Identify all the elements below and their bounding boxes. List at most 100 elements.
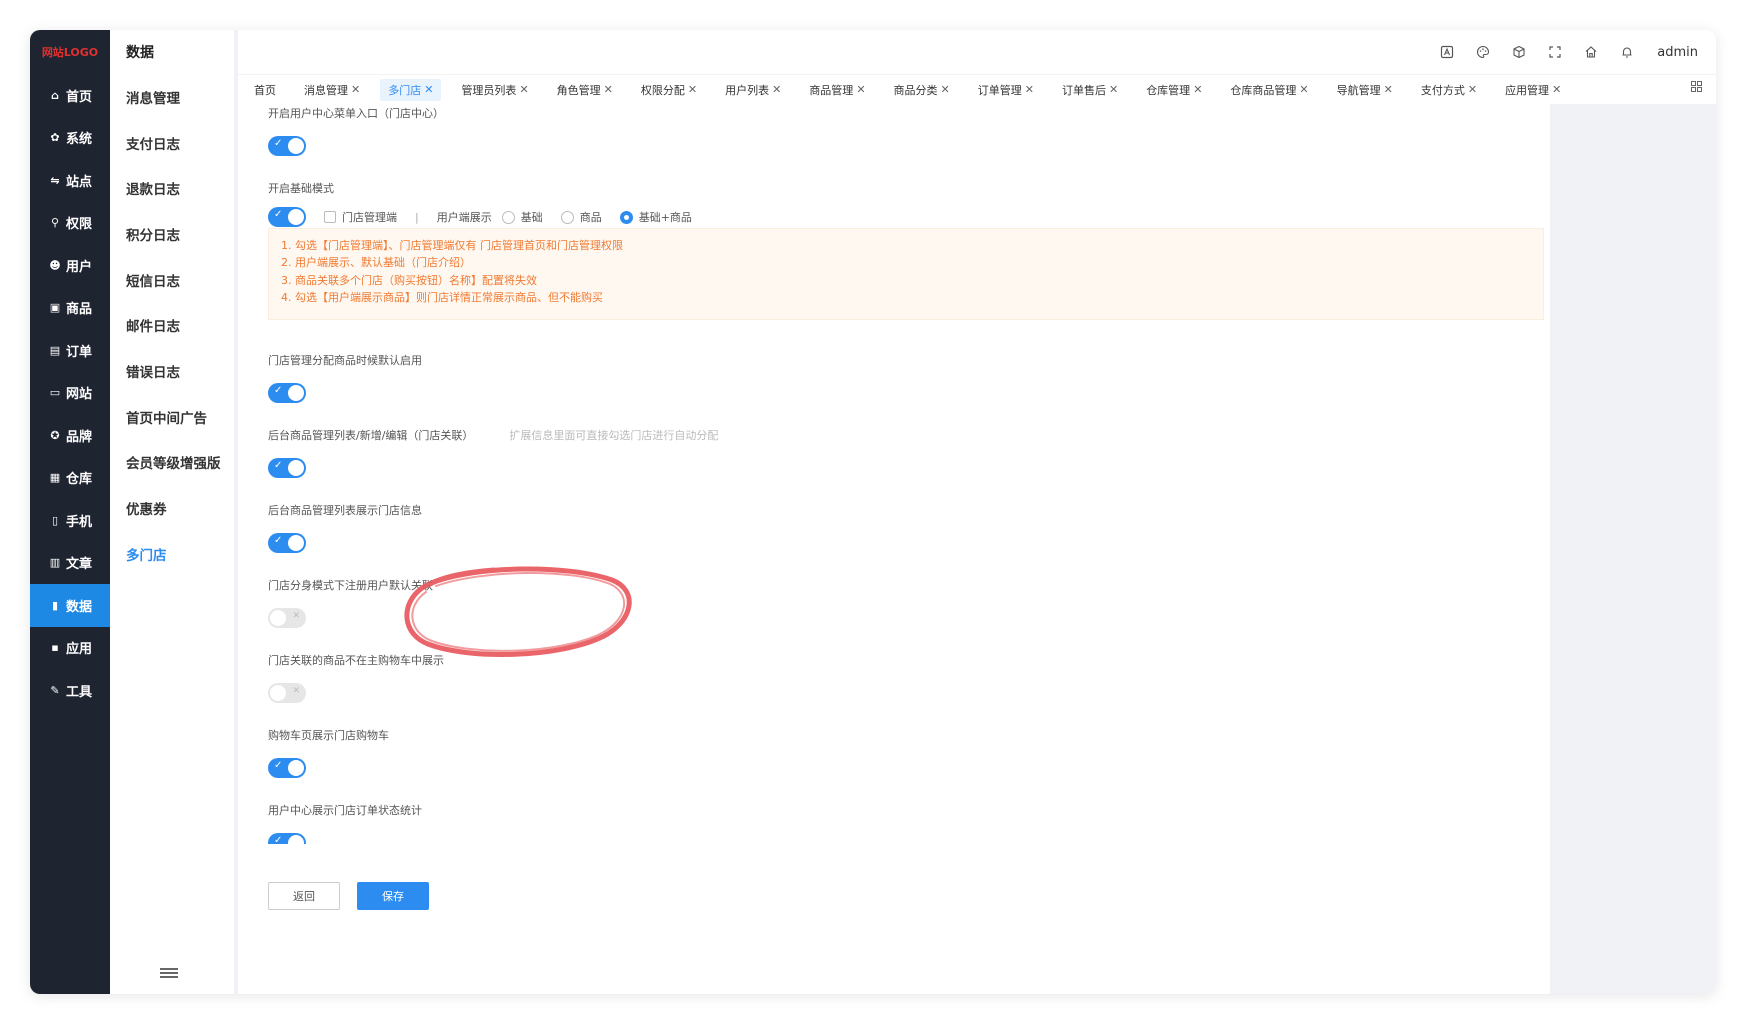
apps-icon: ▪ bbox=[51, 641, 59, 655]
sub-menu-item-10[interactable]: 多门店 bbox=[110, 531, 234, 577]
nav-item-12[interactable]: ▮ 数据 bbox=[30, 584, 110, 627]
radio-label: 商品 bbox=[579, 211, 602, 224]
sub-menu-title: 数据 bbox=[126, 45, 154, 61]
tab-label: 多门店 bbox=[388, 83, 422, 97]
close-icon[interactable]: ✕ bbox=[519, 83, 528, 96]
sub-menu-item-0[interactable]: 消息管理 bbox=[110, 74, 234, 120]
checkbox-label: 门店管理端 bbox=[342, 211, 397, 224]
toggle-assign-default-enable[interactable]: ✓ bbox=[268, 383, 306, 403]
toggle-goods-store-link[interactable]: ✓ bbox=[268, 458, 306, 478]
tip-line: 2. 用户端展示、默认基础（门店介绍） bbox=[281, 256, 471, 270]
sub-menu-item-4[interactable]: 短信日志 bbox=[110, 257, 234, 303]
radio-basic-goods[interactable] bbox=[619, 210, 633, 224]
toggle-basic-mode[interactable]: ✓ bbox=[268, 207, 306, 227]
fullscreen-icon[interactable] bbox=[1545, 42, 1565, 62]
nav-item-11[interactable]: ▥ 文章 bbox=[30, 542, 110, 585]
close-icon[interactable]: ✕ bbox=[856, 83, 865, 96]
store-admin-checkbox[interactable] bbox=[324, 211, 336, 223]
palette-icon[interactable] bbox=[1473, 42, 1493, 62]
sub-menu-item-9[interactable]: 优惠券 bbox=[110, 485, 234, 531]
nav-item-7[interactable]: ▭ 网站 bbox=[30, 372, 110, 415]
toggle-hide-in-main-cart[interactable]: ✕ bbox=[268, 683, 306, 703]
sub-menu-item-3[interactable]: 积分日志 bbox=[110, 211, 234, 257]
sub-menu-item-6[interactable]: 错误日志 bbox=[110, 348, 234, 394]
warehouse-icon: ▦ bbox=[49, 471, 61, 485]
cube-icon[interactable] bbox=[1509, 42, 1529, 62]
back-button[interactable]: 返回 bbox=[268, 882, 340, 910]
collapse-menu-icon[interactable] bbox=[160, 966, 178, 980]
close-icon[interactable]: ✕ bbox=[772, 83, 781, 96]
sub-menu-item-2[interactable]: 退款日志 bbox=[110, 165, 234, 211]
nav-item-14[interactable]: ✎ 工具 bbox=[30, 669, 110, 712]
user-key-icon: ⚲ bbox=[50, 216, 60, 230]
field-label: 后台商品管理列表展示门店信息 bbox=[268, 504, 422, 517]
nav-item-13[interactable]: ▪ 应用 bbox=[30, 627, 110, 670]
tab-11[interactable]: 仓库管理 ✕ bbox=[1138, 79, 1210, 101]
close-icon[interactable]: ✕ bbox=[424, 83, 433, 96]
tab-12[interactable]: 仓库商品管理 ✕ bbox=[1222, 79, 1316, 101]
save-button[interactable]: 保存 bbox=[357, 882, 429, 910]
nav-item-3[interactable]: ⚲ 权限 bbox=[30, 202, 110, 245]
tab-0[interactable]: 首页 bbox=[246, 79, 284, 101]
radio-basic[interactable] bbox=[501, 210, 515, 224]
translate-icon[interactable] bbox=[1437, 42, 1457, 62]
tabs-more-icon[interactable] bbox=[1691, 81, 1702, 95]
toggle-goods-list-store-info[interactable]: ✓ bbox=[268, 533, 306, 553]
close-icon[interactable]: ✕ bbox=[688, 83, 697, 96]
radio-goods[interactable] bbox=[560, 210, 574, 224]
sub-menu-item-7[interactable]: 首页中间广告 bbox=[110, 394, 234, 440]
toggle-user-center-entry[interactable]: ✓ bbox=[268, 136, 306, 156]
tab-8[interactable]: 商品分类 ✕ bbox=[886, 79, 958, 101]
nav-item-4[interactable]: ☻ 用户 bbox=[30, 244, 110, 287]
radio-label: 基础+商品 bbox=[638, 211, 692, 224]
toggle-user-center-order-stats[interactable]: ✓ bbox=[268, 833, 306, 844]
tab-label: 仓库管理 bbox=[1146, 83, 1191, 97]
close-icon[interactable]: ✕ bbox=[1299, 83, 1308, 96]
close-icon[interactable]: ✕ bbox=[1193, 83, 1202, 96]
nav-item-1[interactable]: ✿ 系统 bbox=[30, 117, 110, 160]
tab-4[interactable]: 角色管理 ✕ bbox=[549, 79, 621, 101]
house-icon[interactable] bbox=[1581, 42, 1601, 62]
nav-item-0[interactable]: ⌂ 首页 bbox=[30, 74, 110, 117]
nav-item-8[interactable]: ✪ 品牌 bbox=[30, 414, 110, 457]
close-icon[interactable]: ✕ bbox=[1468, 83, 1477, 96]
tab-14[interactable]: 支付方式 ✕ bbox=[1413, 79, 1485, 101]
site-logo[interactable]: 网站 LOGO bbox=[30, 30, 110, 74]
tab-13[interactable]: 导航管理 ✕ bbox=[1329, 79, 1401, 101]
nav-item-2[interactable]: ⇋ 站点 bbox=[30, 159, 110, 202]
close-icon[interactable]: ✕ bbox=[941, 83, 950, 96]
gear-icon: ✿ bbox=[50, 131, 60, 145]
sub-menu-item-8[interactable]: 会员等级增强版 bbox=[110, 440, 234, 486]
nav-item-10[interactable]: ▯ 手机 bbox=[30, 499, 110, 542]
close-icon[interactable]: ✕ bbox=[1552, 83, 1561, 96]
tab-15[interactable]: 应用管理 ✕ bbox=[1497, 79, 1569, 101]
field-basic-mode: 开启基础模式 ✓ 门店管理端 | 用户端展示 基础 商品 基础+商品 bbox=[268, 181, 692, 227]
close-icon[interactable]: ✕ bbox=[1025, 83, 1034, 96]
tab-5[interactable]: 权限分配 ✕ bbox=[633, 79, 705, 101]
tab-3[interactable]: 管理员列表 ✕ bbox=[453, 79, 536, 101]
close-icon[interactable]: ✕ bbox=[351, 83, 360, 96]
chart-icon: ▮ bbox=[51, 598, 59, 612]
tab-10[interactable]: 订单售后 ✕ bbox=[1054, 79, 1126, 101]
close-icon[interactable]: ✕ bbox=[1109, 83, 1118, 96]
tab-1[interactable]: 消息管理 ✕ bbox=[296, 79, 368, 101]
phone-icon: ▯ bbox=[51, 513, 59, 527]
close-icon[interactable]: ✕ bbox=[604, 83, 613, 96]
close-icon[interactable]: ✕ bbox=[1384, 83, 1393, 96]
toggle-clone-mode-user-link[interactable]: ✕ bbox=[268, 608, 306, 628]
tab-6[interactable]: 用户列表 ✕ bbox=[717, 79, 789, 101]
tab-7[interactable]: 商品管理 ✕ bbox=[801, 79, 873, 101]
tab-9[interactable]: 订单管理 ✕ bbox=[970, 79, 1042, 101]
sub-menu-item-5[interactable]: 邮件日志 bbox=[110, 302, 234, 348]
tab-2[interactable]: 多门店 ✕ bbox=[380, 78, 442, 101]
nav-item-6[interactable]: ▤ 订单 bbox=[30, 329, 110, 372]
user-name[interactable]: admin bbox=[1657, 45, 1698, 60]
sub-menu-item-1[interactable]: 支付日志 bbox=[110, 120, 234, 166]
brand-icon: ✪ bbox=[50, 428, 60, 442]
toggle-cart-store-cart[interactable]: ✓ bbox=[268, 758, 306, 778]
nav-item-label: 仓库 bbox=[65, 472, 92, 488]
nav-item-9[interactable]: ▦ 仓库 bbox=[30, 457, 110, 500]
tab-label: 仓库商品管理 bbox=[1230, 83, 1297, 97]
bell-icon[interactable] bbox=[1617, 42, 1637, 62]
nav-item-5[interactable]: ▣ 商品 bbox=[30, 287, 110, 330]
